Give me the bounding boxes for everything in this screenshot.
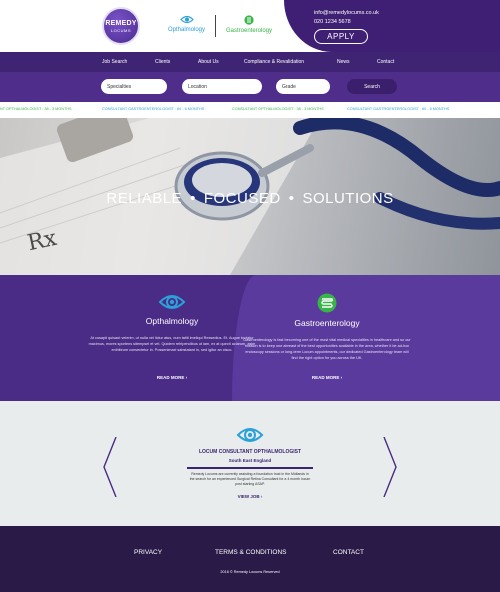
search-button[interactable]: Search	[347, 79, 397, 94]
view-job-link[interactable]: VIEW JOB ›	[238, 494, 263, 499]
specialty-card-title: Gastroenterology	[294, 318, 360, 328]
footer-copyright: 2016 © Remedy Locums Reserved	[220, 570, 280, 574]
nav-item-job-search[interactable]: Job Search	[102, 59, 127, 65]
chevron-left-icon[interactable]	[102, 437, 118, 497]
job-ticker: NT OPTHALMOLOGIST : 38 - 3 MONTHS CONSUL…	[0, 102, 500, 118]
ticker-item[interactable]: NT OPTHALMOLOGIST : 38 - 3 MONTHS	[0, 107, 72, 111]
job-divider	[187, 467, 313, 469]
header-email[interactable]: info@remedylocums.co.uk	[314, 10, 379, 16]
logo-subtext: LOCUMS	[110, 27, 132, 33]
eye-icon	[236, 428, 264, 442]
footer-terms-link[interactable]: TERMS & CONDITIONS	[215, 549, 287, 556]
apply-button[interactable]: APPLY	[314, 29, 368, 44]
site-header: REMEDY LOCUMS Opthalmology Gastroenterol…	[0, 0, 500, 52]
footer-contact-link[interactable]: CONTACT	[333, 549, 364, 556]
header-specialty-label: Gastroenterology	[226, 28, 273, 34]
ticker-item[interactable]: CONSULTANT GASTROENTEROLOGIST : 60 - 6 M…	[102, 107, 204, 111]
featured-job-card: LOCUM CONSULTANT OPTHALMOLOGIST South Ea…	[187, 426, 313, 499]
hero-word: SOLUTIONS	[302, 190, 394, 207]
eye-icon	[158, 295, 186, 309]
specialty-card-opthalmology: Opthalmology At cusapit quisaut velerim,…	[87, 293, 257, 380]
featured-job-section: LOCUM CONSULTANT OPTHALMOLOGIST South Ea…	[0, 401, 500, 526]
specialty-card-description: At cusapit quisaut velerim, ut nulla vel…	[88, 336, 256, 352]
hero-word: RELIABLE	[106, 190, 183, 207]
header-contact-panel: info@remedylocums.co.uk 020 1234 5678 AP…	[284, 0, 500, 52]
job-description: Remedy Locums are currently assisting a …	[189, 472, 311, 486]
hero-bullet: •	[288, 190, 295, 207]
stomach-icon	[317, 293, 337, 313]
hero-banner: Rx RELIABLE • FOCUSED • SOLUTIONS	[0, 118, 500, 275]
nav-item-about-us[interactable]: About Us	[198, 59, 219, 65]
header-phone[interactable]: 020 1234 5678	[314, 19, 351, 25]
job-title: LOCUM CONSULTANT OPTHALMOLOGIST	[198, 449, 302, 455]
grade-select[interactable]: Grade	[276, 79, 330, 94]
read-more-link[interactable]: READ MORE ›	[157, 375, 187, 380]
header-divider	[215, 15, 216, 37]
main-nav: Job Search Clients About Us Compliance &…	[0, 52, 500, 72]
location-input[interactable]: Location	[182, 79, 262, 94]
specialty-section: Opthalmology At cusapit quisaut velerim,…	[0, 275, 500, 401]
specialty-card-gastroenterology: Gastroenterology Gastroenterology is fas…	[242, 293, 412, 380]
hero-bullet: •	[190, 190, 196, 207]
read-more-link[interactable]: READ MORE ›	[312, 375, 342, 380]
eye-icon	[179, 15, 194, 24]
site-footer: PRIVACY TERMS & CONDITIONS CONTACT 2016 …	[0, 526, 500, 592]
specialty-card-description: Gastroenterology is fast becoming one of…	[243, 338, 411, 360]
header-specialty-gastroenterology[interactable]: Gastroenterology	[226, 15, 272, 34]
header-specialty-label: Opthalmology	[168, 27, 206, 33]
stomach-icon	[244, 15, 254, 25]
specialty-card-title: Opthalmology	[145, 316, 199, 326]
nav-item-contact[interactable]: Contact	[377, 59, 394, 65]
ticker-item[interactable]: CONSULTANT OPTHALMOLOGIST : 38 - 3 MONTH…	[232, 107, 324, 111]
nav-item-compliance[interactable]: Compliance & Revalidation	[244, 59, 304, 65]
chevron-right-icon[interactable]	[382, 437, 398, 497]
footer-privacy-link[interactable]: PRIVACY	[134, 549, 162, 556]
remedy-locums-logo[interactable]: REMEDY LOCUMS	[102, 7, 140, 45]
job-location: South East England	[228, 458, 272, 463]
ticker-item[interactable]: CONSULTANT GASTROENTEROLOGIST : 60 - 6 M…	[347, 107, 449, 111]
nav-item-clients[interactable]: Clients	[155, 59, 170, 65]
logo-text: REMEDY	[105, 19, 137, 27]
specialties-select[interactable]: Specialties	[101, 79, 167, 94]
header-specialty-opthalmology[interactable]: Opthalmology	[168, 15, 205, 33]
nav-item-news[interactable]: News	[337, 59, 350, 65]
job-search-bar: Specialties Location Grade Search	[0, 72, 500, 102]
hero-tagline: RELIABLE • FOCUSED • SOLUTIONS	[0, 190, 500, 207]
hero-word: FOCUSED	[203, 190, 281, 207]
